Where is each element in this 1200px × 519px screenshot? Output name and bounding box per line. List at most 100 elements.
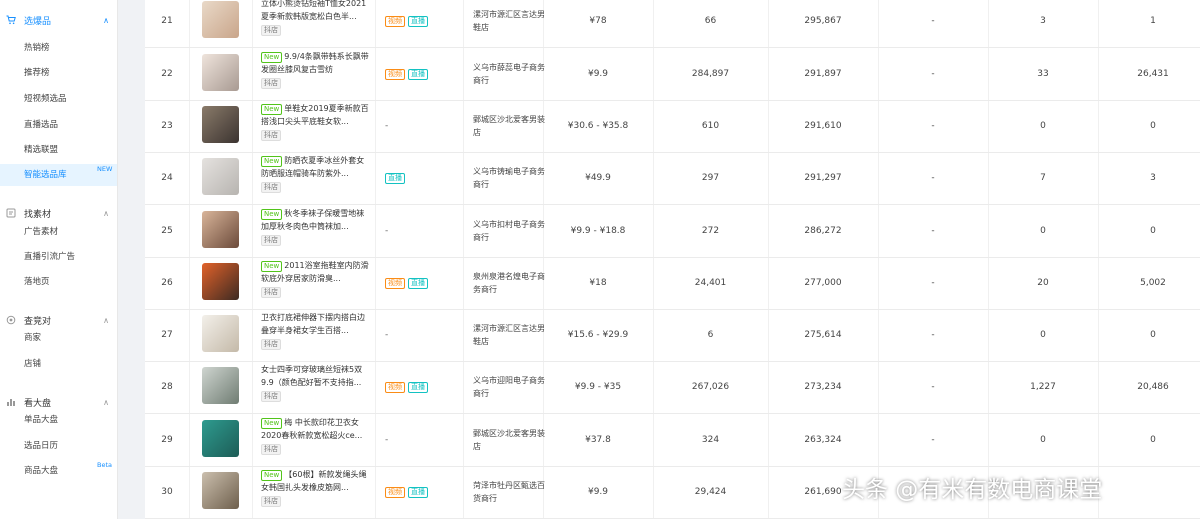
sidebar-item-label: 店铺	[24, 359, 42, 369]
price-cell: ¥9.9 - ¥18.8	[570, 226, 626, 236]
live-badge: 直播	[408, 381, 428, 393]
product-info: New 梅 中长款印花卫衣女2020春秋新款宽松超火ce... 抖店	[261, 417, 371, 455]
shop-name[interactable]: 泉州泉港名煌电子商务商行	[473, 257, 545, 309]
metric-cell: 263,324	[804, 435, 842, 445]
chevron-up-icon[interactable]: ∧	[103, 316, 109, 325]
sidebar-item[interactable]: 落地页	[0, 271, 117, 293]
sidebar-section-1[interactable]: 找素材 ∧	[0, 203, 117, 223]
watermark: 头条 @有米有数电商课堂	[842, 477, 1103, 503]
sidebar-item[interactable]: 直播引流广告	[0, 246, 117, 268]
metric-cell: 3	[1040, 16, 1046, 26]
product-thumbnail[interactable]	[202, 472, 239, 509]
rank-cell: 25	[161, 226, 173, 236]
sidebar-item-label: 智能选品库 NEW	[24, 164, 112, 186]
product-thumbnail[interactable]	[202, 315, 239, 352]
live-badge: 直播	[385, 172, 405, 184]
shop-name[interactable]: 义乌市薛蕊电子商务商行	[473, 48, 545, 100]
metric-cell: 275,614	[804, 330, 842, 340]
sidebar-section-0[interactable]: 选爆品 ∧	[0, 10, 117, 30]
table-row[interactable]: 27 卫衣打底裙伸器下摆内搭白边叠穿半身裙女学生百搭... 抖店 - 漯河市源汇区言达男…	[145, 309, 1200, 362]
product-title[interactable]: New 9.9/4条飘带韩系长飘带发圈丝膝风复古雪纺	[261, 51, 371, 76]
video-badge: 视频	[385, 277, 405, 289]
new-badge: New	[261, 209, 283, 220]
live-badge: 直播	[408, 68, 428, 80]
sidebar-item[interactable]: 商家	[0, 327, 117, 349]
product-title[interactable]: New 秋冬季袜子保暖雪地袜加厚秋冬肉色中筒袜加...	[261, 208, 371, 233]
product-title[interactable]: New 2011浴室拖鞋室内防滑软底外穿居家防滑臭...	[261, 260, 371, 285]
product-thumbnail[interactable]	[202, 211, 239, 248]
platform-badge: 抖店	[261, 78, 281, 89]
metric-cell: 0	[1150, 121, 1156, 131]
badge: NEW	[97, 165, 113, 173]
badge: Beta	[97, 461, 112, 469]
product-title[interactable]: New 【60根】新款发绳头绳女韩国扎头发橡皮筋网...	[261, 469, 371, 494]
platform-badge: 抖店	[261, 496, 281, 507]
sidebar-item-label: 直播引流广告	[24, 252, 76, 262]
shop-name[interactable]: 漯河市源汇区言达男鞋店	[473, 309, 545, 361]
sidebar-item[interactable]: 广告素材	[0, 221, 117, 243]
price-cell: ¥9.9	[587, 69, 609, 79]
table-row[interactable]: 29 New 梅 中长款印花卫衣女2020春秋新款宽松超火ce... 抖店 - 鄄城区沙北…	[145, 414, 1200, 467]
shop-name[interactable]: 菏泽市牡丹区甄选百货商行	[473, 466, 545, 518]
product-title[interactable]: New 防晒衣夏季冰丝外套女防晒服连帽骑车防紫外...	[261, 155, 371, 180]
shop-name[interactable]: 义乌市迎阳电子商务商行	[473, 361, 545, 413]
product-title[interactable]: New 梅 中长款印花卫衣女2020春秋新款宽松超火ce...	[261, 417, 371, 442]
product-info: New 2011浴室拖鞋室内防滑软底外穿居家防滑臭... 抖店	[261, 260, 371, 298]
metric-cell: 0	[1150, 435, 1156, 445]
platform-badge: 抖店	[261, 182, 281, 193]
sidebar-item[interactable]: 短视频选品	[0, 88, 117, 110]
sidebar-item[interactable]: 智能选品库 NEW	[0, 164, 117, 186]
metric-cell: 267,026	[691, 382, 730, 392]
product-info: 女士四季可穿玻璃丝短袜5双9.9（颜色配好暂不支持指... 抖店	[261, 364, 371, 402]
table-row[interactable]: 26 New 2011浴室拖鞋室内防滑软底外穿居家防滑臭... 抖店 视频 直播 泉州泉港名…	[145, 257, 1200, 310]
sidebar-item[interactable]: 店铺	[0, 353, 117, 375]
video-badge: 视频	[385, 381, 405, 393]
rank-cell: 30	[161, 487, 173, 497]
product-thumbnail[interactable]	[202, 420, 239, 457]
table-row[interactable]: 22 New 9.9/4条飘带韩系长飘带发圈丝膝风复古雪纺 抖店 视频 直播 义乌市薛蕊电子…	[145, 48, 1200, 101]
table-row[interactable]: 25 New 秋冬季袜子保暖雪地袜加厚秋冬肉色中筒袜加... 抖店 - 义乌市扣村电子商务…	[145, 205, 1200, 258]
sidebar-item[interactable]: 热销榜	[0, 37, 117, 59]
product-title[interactable]: 立体小熊烫钻短袖T恤女2021夏季新款韩版宽松白色半...	[261, 0, 371, 23]
metric-cell: 7	[1040, 173, 1046, 183]
product-thumbnail[interactable]	[202, 367, 239, 404]
shop-name[interactable]: 漯河市源汇区言达男鞋店	[473, 0, 545, 47]
shop-name[interactable]: 鄄城区沙北爱客男装店	[473, 414, 545, 466]
new-badge: New	[261, 470, 283, 481]
sidebar-item[interactable]: 商品大盘 Beta	[0, 460, 117, 482]
product-thumbnail[interactable]	[202, 158, 239, 195]
video-badge: 视频	[385, 15, 405, 27]
product-title[interactable]: New 单鞋女2019夏季新款百搭浅口尖头平底鞋女软...	[261, 103, 371, 128]
product-info: 立体小熊烫钻短袖T恤女2021夏季新款韩版宽松白色半... 抖店	[261, 0, 371, 36]
metric-cell: 291,297	[804, 173, 842, 183]
product-thumbnail[interactable]	[202, 1, 239, 38]
sidebar-item[interactable]: 直播选品	[0, 114, 117, 136]
chevron-up-icon[interactable]: ∧	[103, 209, 109, 218]
table-row[interactable]: 28 女士四季可穿玻璃丝短袜5双9.9（颜色配好暂不支持指... 抖店 视频 直播 义乌市…	[145, 361, 1200, 414]
sidebar-item[interactable]: 单品大盘	[0, 409, 117, 431]
product-thumbnail[interactable]	[202, 106, 239, 143]
shop-name[interactable]: 义乌市铸瑜电子商务商行	[473, 152, 545, 204]
metric-cell: 0	[1040, 330, 1046, 340]
product-thumbnail[interactable]	[202, 54, 239, 91]
shop-name[interactable]: 鄄城区沙北爱客男装店	[473, 100, 545, 152]
metric-cell: 1	[1150, 16, 1156, 26]
chevron-up-icon[interactable]: ∧	[103, 398, 109, 407]
chevron-up-icon[interactable]: ∧	[103, 16, 109, 25]
metric-cell: 291,897	[804, 69, 842, 79]
product-title[interactable]: 卫衣打底裙伸器下摆内搭白边叠穿半身裙女学生百搭...	[261, 312, 371, 337]
video-badge: 视频	[385, 486, 405, 498]
sidebar-section-label: 看大盘	[24, 398, 52, 409]
product-title[interactable]: 女士四季可穿玻璃丝短袜5双9.9（颜色配好暂不支持指...	[261, 364, 371, 389]
price-cell: ¥78	[589, 16, 607, 26]
metric-cell: 0	[1040, 226, 1046, 236]
shop-name[interactable]: 义乌市扣村电子商务商行	[473, 205, 545, 257]
cart-icon	[6, 15, 16, 25]
rank-cell: 29	[161, 435, 173, 445]
table-row[interactable]: 21 立体小熊烫钻短袖T恤女2021夏季新款韩版宽松白色半... 抖店 视频 直播 漯河市…	[145, 0, 1200, 48]
product-thumbnail[interactable]	[202, 263, 239, 300]
table-row[interactable]: 23 New 单鞋女2019夏季新款百搭浅口尖头平底鞋女软... 抖店 - 鄄城区沙北爱客…	[145, 100, 1200, 153]
sidebar-item-label: 商品大盘 Beta	[24, 460, 112, 482]
sidebar-item[interactable]: 推荐榜	[0, 62, 117, 84]
table-row[interactable]: 24 New 防晒衣夏季冰丝外套女防晒服连帽骑车防紫外... 抖店 直播 义乌市铸瑜电子商…	[145, 152, 1200, 205]
